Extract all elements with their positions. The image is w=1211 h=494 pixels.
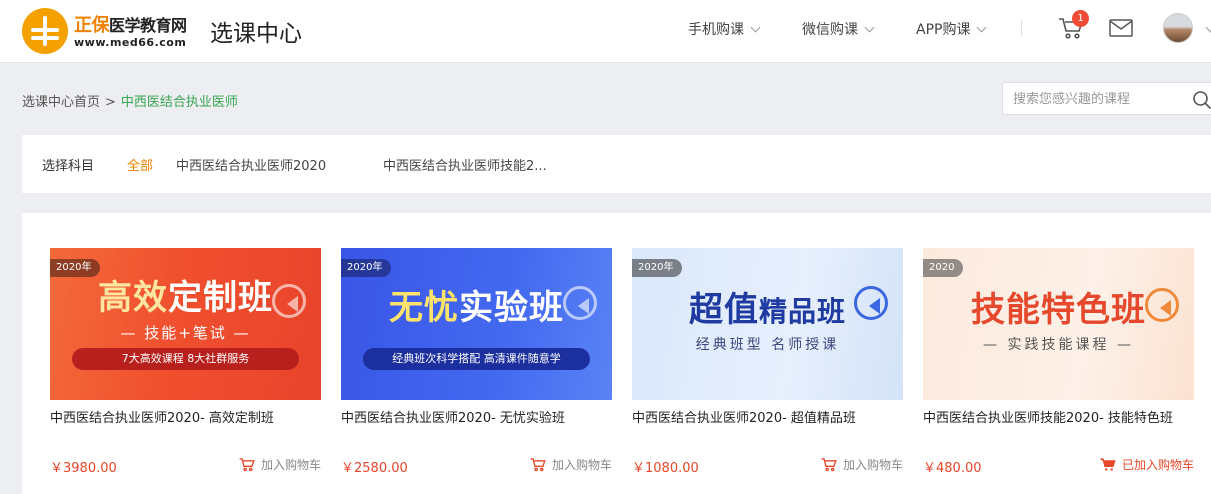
filter-option-skills-2020[interactable]: 中西医结合执业医师技能2... bbox=[383, 155, 547, 174]
course-banner[interactable]: 2020年 超值精品班 经典班型 名师授课 bbox=[632, 248, 903, 400]
year-tag: 2020 bbox=[923, 259, 964, 277]
course-name[interactable]: 中西医结合执业医师2020- 高效定制班 bbox=[50, 407, 274, 426]
page-title: 选课中心 bbox=[210, 21, 302, 47]
logo-text: 正保医学教育网 bbox=[74, 15, 187, 36]
filter-option-all[interactable]: 全部 bbox=[127, 155, 153, 174]
add-to-cart-button[interactable]: 加入购物车 bbox=[530, 456, 612, 473]
play-icon bbox=[854, 286, 888, 320]
course-price: ￥3980.00 bbox=[50, 461, 117, 476]
course-card[interactable]: 2020年 超值精品班 经典班型 名师授课 中西医结合执业医师2020- 超值精… bbox=[632, 248, 903, 476]
year-tag: 2020年 bbox=[341, 259, 392, 277]
shopping-cart-icon bbox=[1100, 458, 1116, 471]
course-card[interactable]: 2020 技能特色班 — 实践技能课程 — 中西医结合执业医师技能2020- 技… bbox=[923, 248, 1194, 476]
course-banner[interactable]: 2020年 无忧实验班 经典班次科学搭配 高清课件随意学 bbox=[341, 248, 612, 400]
shopping-cart-icon bbox=[821, 458, 837, 472]
banner-subtitle: — 实践技能课程 — bbox=[983, 337, 1134, 353]
breadcrumb-separator: > bbox=[105, 95, 116, 110]
course-name[interactable]: 中西医结合执业医师2020- 超值精品班 bbox=[632, 407, 856, 426]
added-to-cart-label: 已加入购物车 bbox=[1121, 458, 1194, 472]
search-box bbox=[1002, 82, 1211, 115]
banner-subtitle: — 技能+笔试 — bbox=[120, 324, 251, 342]
filter-label: 选择科目 bbox=[42, 159, 95, 174]
nav-app-purchase[interactable]: APP购课 bbox=[916, 19, 987, 39]
search-icon[interactable] bbox=[1192, 90, 1211, 110]
course-name[interactable]: 中西医结合执业医师技能2020- 技能特色班 bbox=[923, 407, 1173, 426]
breadcrumb: 选课中心首页 > 中西医结合执业医师 bbox=[22, 91, 238, 110]
nav-mobile-purchase-label: 手机购课 bbox=[688, 22, 744, 38]
shopping-cart-icon bbox=[530, 458, 546, 472]
course-banner[interactable]: 2020 技能特色班 — 实践技能课程 — bbox=[923, 248, 1194, 400]
course-price: ￥2580.00 bbox=[341, 461, 408, 476]
course-price: ￥1080.00 bbox=[632, 461, 699, 476]
breadcrumb-current: 中西医结合执业医师 bbox=[120, 95, 238, 110]
nav-wechat-purchase-label: 微信购课 bbox=[802, 22, 858, 38]
banner-subtitle: 经典班型 名师授课 bbox=[695, 337, 840, 353]
chevron-down-icon bbox=[864, 22, 875, 33]
cart-count-badge: 1 bbox=[1072, 10, 1089, 27]
site-logo[interactable]: 正保医学教育网 www.med66.com bbox=[22, 6, 192, 54]
course-price: ￥480.00 bbox=[923, 461, 982, 476]
logo-emblem-icon bbox=[22, 8, 68, 54]
search-input[interactable] bbox=[1013, 89, 1183, 109]
user-avatar[interactable] bbox=[1163, 13, 1193, 43]
logo-url: www.med66.com bbox=[74, 36, 187, 49]
play-icon bbox=[563, 286, 597, 320]
add-to-cart-button[interactable]: 加入购物车 bbox=[239, 456, 321, 473]
course-card[interactable]: 2020年 无忧实验班 经典班次科学搭配 高清课件随意学 中西医结合执业医师20… bbox=[341, 248, 612, 476]
chevron-down-icon bbox=[977, 22, 987, 33]
course-card[interactable]: 2020年 高效定制班 — 技能+笔试 — 7大高效课程 8大社群服务 中西医结… bbox=[50, 248, 321, 476]
banner-pill: 经典班次科学搭配 高清课件随意学 bbox=[363, 348, 590, 370]
nav-mobile-purchase[interactable]: 手机购课 bbox=[688, 19, 761, 39]
mail-icon[interactable] bbox=[1109, 19, 1133, 37]
play-icon bbox=[272, 284, 306, 318]
chevron-down-icon[interactable] bbox=[1205, 22, 1211, 33]
nav-app-purchase-label: APP购课 bbox=[916, 22, 971, 38]
top-header: 正保医学教育网 www.med66.com 选课中心 手机购课 微信购课 APP… bbox=[0, 0, 1211, 63]
course-list: 2020年 高效定制班 — 技能+笔试 — 7大高效课程 8大社群服务 中西医结… bbox=[22, 213, 1211, 494]
add-to-cart-label: 加入购物车 bbox=[842, 458, 903, 472]
breadcrumb-home-link[interactable]: 选课中心首页 bbox=[22, 95, 100, 110]
course-banner[interactable]: 2020年 高效定制班 — 技能+笔试 — 7大高效课程 8大社群服务 bbox=[50, 248, 321, 400]
year-tag: 2020年 bbox=[632, 259, 683, 277]
filter-option-exam-2020[interactable]: 中西医结合执业医师2020 bbox=[176, 155, 326, 174]
added-to-cart-button[interactable]: 已加入购物车 bbox=[1100, 456, 1194, 473]
banner-pill: 7大高效课程 8大社群服务 bbox=[72, 348, 299, 370]
shopping-cart-icon bbox=[239, 458, 255, 472]
course-name[interactable]: 中西医结合执业医师2020- 无忧实验班 bbox=[341, 407, 565, 426]
nav-wechat-purchase[interactable]: 微信购课 bbox=[802, 19, 875, 39]
subject-filter-bar: 选择科目 全部 中西医结合执业医师2020 中西医结合执业医师技能2... bbox=[22, 135, 1211, 193]
chevron-down-icon bbox=[750, 22, 761, 33]
add-to-cart-button[interactable]: 加入购物车 bbox=[821, 456, 903, 473]
add-to-cart-label: 加入购物车 bbox=[260, 458, 321, 472]
play-icon bbox=[1145, 288, 1179, 322]
add-to-cart-label: 加入购物车 bbox=[551, 458, 612, 472]
nav-divider bbox=[1021, 20, 1022, 36]
